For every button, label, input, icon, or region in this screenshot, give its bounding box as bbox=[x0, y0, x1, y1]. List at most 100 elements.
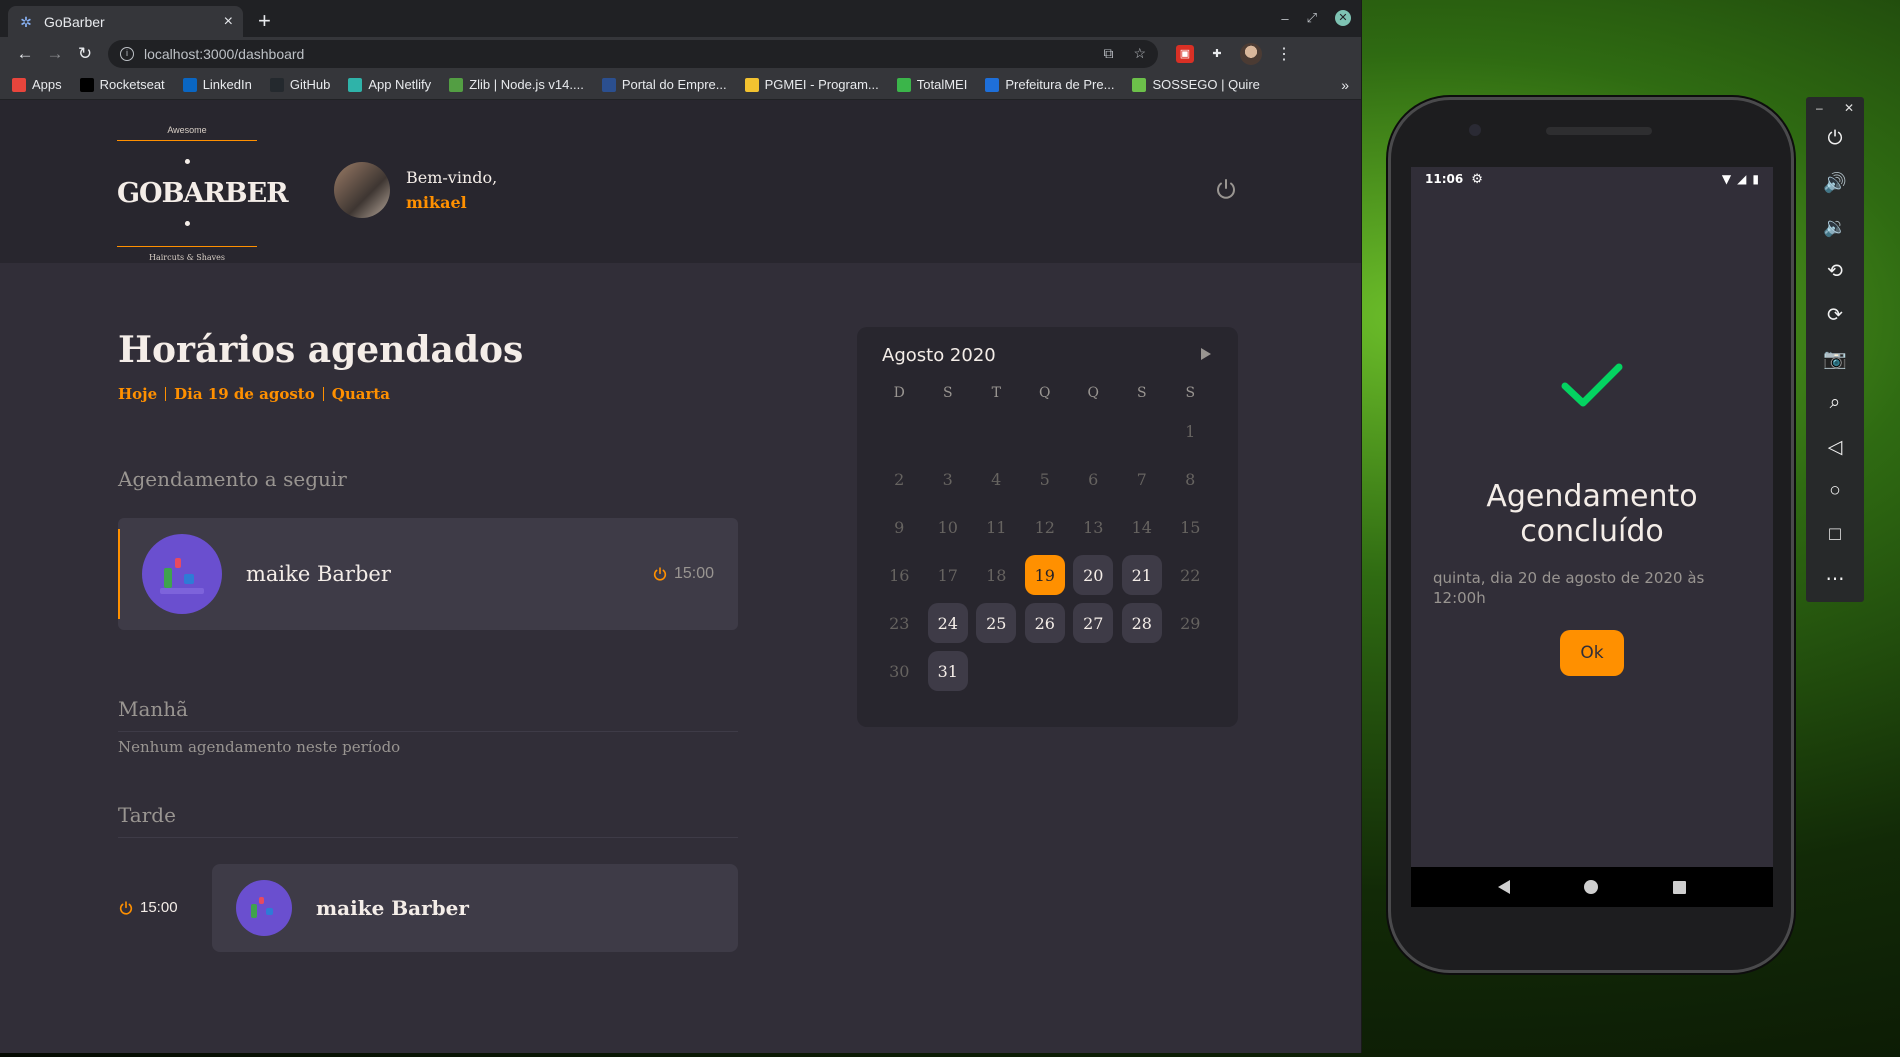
profile: Bem-vindo, mikael bbox=[334, 162, 497, 218]
home-circle-icon[interactable]: ○ bbox=[1806, 469, 1864, 513]
zoom-icon[interactable]: ⌕ bbox=[1806, 381, 1864, 425]
site-info-icon[interactable]: i bbox=[120, 46, 134, 61]
react-icon: ✲ bbox=[20, 13, 32, 30]
restore-icon[interactable]: ⤢ bbox=[1307, 10, 1317, 26]
github-icon bbox=[269, 77, 284, 92]
calendar-next-month-icon[interactable] bbox=[1197, 343, 1215, 365]
menu-kebab-icon[interactable]: ⋮ bbox=[1276, 44, 1292, 64]
calendar-empty-cell bbox=[1118, 407, 1167, 455]
profile-avatar-icon[interactable] bbox=[1240, 42, 1262, 65]
bookmark-item[interactable]: TotalMEI bbox=[896, 77, 967, 92]
date-weekday: Quarta bbox=[331, 385, 390, 403]
calendar-day[interactable]: 21 bbox=[1118, 551, 1167, 599]
settings-gear-icon: ⚙ bbox=[1471, 171, 1483, 187]
power-icon[interactable]: ⏻ bbox=[1806, 117, 1864, 161]
appointment-card[interactable]: maike Barber bbox=[212, 864, 738, 952]
calendar: Agosto 2020 DSTQQSS 1 2 3 4 5 6 7 8 9 10 11 12 13 14 1… bbox=[857, 327, 1238, 727]
phone-clock: 11:06 bbox=[1425, 172, 1464, 186]
tab-gobarber[interactable]: ✲ GoBarber × bbox=[8, 6, 243, 37]
bookmark-item[interactable]: Prefeitura de Pre... bbox=[985, 77, 1114, 92]
rotate-right-icon[interactable]: ⟳ bbox=[1806, 293, 1864, 337]
ok-button[interactable]: Ok bbox=[1560, 630, 1624, 676]
minimize-icon[interactable]: – bbox=[1281, 11, 1288, 26]
appointment-done-title: Agendamento concluído bbox=[1486, 479, 1698, 549]
appointment-time-text: 15:00 bbox=[140, 899, 178, 916]
welcome-block: Bem-vindo, mikael bbox=[406, 165, 497, 215]
rotate-left-icon[interactable]: ⟲ bbox=[1806, 249, 1864, 293]
app-header: Awesome · GOBARBER · Haircuts & Shaves B… bbox=[0, 100, 1361, 263]
power-icon[interactable] bbox=[1214, 177, 1238, 201]
bookmark-label: App Netlify bbox=[368, 77, 432, 92]
back-triangle-icon[interactable]: ◁ bbox=[1806, 425, 1864, 469]
extension-icon[interactable]: ▣ bbox=[1176, 44, 1194, 63]
linkedin-icon bbox=[182, 77, 197, 92]
calendar-day[interactable]: 25 bbox=[972, 599, 1021, 647]
calendar-weekdays: DSTQQSS bbox=[875, 385, 1215, 401]
calendar-day[interactable]: 24 bbox=[924, 599, 973, 647]
signal-icon: ◢ bbox=[1737, 172, 1747, 186]
emulator-close-icon[interactable]: ✕ bbox=[1844, 101, 1854, 117]
forward-icon[interactable]: → bbox=[40, 44, 70, 64]
bookmark-item[interactable]: PGMEI - Program... bbox=[744, 77, 879, 92]
page-title: Horários agendados bbox=[118, 329, 524, 371]
calendar-day-number: 1 bbox=[1185, 421, 1196, 441]
profile-username-link[interactable]: mikael bbox=[406, 190, 497, 215]
calendar-day: 15 bbox=[1166, 503, 1215, 551]
status-icons: ▼ ◢ ▮ bbox=[1722, 172, 1759, 186]
camera-icon[interactable]: 📷 bbox=[1806, 337, 1864, 381]
bookmark-item[interactable]: App Netlify bbox=[348, 77, 431, 92]
calendar-day[interactable]: 28 bbox=[1118, 599, 1167, 647]
phone-camera bbox=[1469, 124, 1481, 136]
back-icon[interactable]: ← bbox=[10, 44, 40, 64]
bookmark-item[interactable]: Apps bbox=[12, 77, 62, 92]
translate-icon[interactable]: ⧉ bbox=[1103, 45, 1113, 62]
date-line: Hoje Dia 19 de agosto Quarta bbox=[118, 385, 390, 403]
provider-avatar bbox=[236, 880, 292, 936]
android-home-icon[interactable] bbox=[1584, 880, 1599, 894]
bookmark-item[interactable]: SOSSEGO | Quire bbox=[1132, 77, 1260, 92]
volume-down-icon[interactable]: 🔉 bbox=[1806, 205, 1864, 249]
android-recents-icon[interactable] bbox=[1672, 880, 1686, 894]
bookmark-item[interactable]: LinkedIn bbox=[182, 77, 252, 92]
bookmark-item[interactable]: Rocketseat bbox=[79, 77, 165, 92]
calendar-day: 16 bbox=[875, 551, 924, 599]
calendar-day[interactable]: 26 bbox=[1021, 599, 1070, 647]
url-text[interactable]: localhost:3000/dashboard bbox=[144, 46, 1083, 62]
new-tab-button[interactable]: + bbox=[258, 8, 271, 34]
phone-speaker bbox=[1546, 127, 1652, 135]
calendar-empty-cell bbox=[1021, 407, 1070, 455]
calendar-day[interactable]: 20 bbox=[1069, 551, 1118, 599]
bookmarks-more-icon[interactable]: » bbox=[1341, 77, 1349, 93]
date-separator bbox=[165, 387, 167, 401]
calendar-weekday: Q bbox=[1087, 385, 1099, 401]
calendar-days: 1 2 3 4 5 6 7 8 9 10 11 12 13 14 15 16 17 18 19 20 21 22 23 24 2… bbox=[875, 407, 1215, 695]
reload-icon[interactable]: ↻ bbox=[70, 44, 100, 64]
bookmark-item[interactable]: Portal do Empre... bbox=[601, 77, 727, 92]
bookmark-item[interactable]: Zlib | Node.js v14.... bbox=[449, 77, 584, 92]
address-bar[interactable]: i localhost:3000/dashboard ⧉ ☆ bbox=[108, 39, 1158, 68]
calendar-day-number: 25 bbox=[976, 603, 1017, 643]
calendar-day-number: 23 bbox=[889, 613, 910, 633]
calendar-day-number: 19 bbox=[1024, 555, 1065, 595]
calendar-day[interactable]: 19 bbox=[1021, 551, 1070, 599]
emulator-minimize-icon[interactable]: – bbox=[1816, 101, 1823, 117]
overview-square-icon[interactable]: □ bbox=[1806, 513, 1864, 557]
bookmark-star-icon[interactable]: ☆ bbox=[1133, 45, 1146, 62]
calendar-day: 4 bbox=[972, 455, 1021, 503]
window-close-icon[interactable]: ✕ bbox=[1335, 10, 1351, 26]
browser-toolbar: ← → ↻ i localhost:3000/dashboard ⧉ ☆ ▣ ✚… bbox=[0, 37, 1361, 70]
android-back-icon[interactable] bbox=[1498, 880, 1511, 894]
calendar-day-number: 2 bbox=[894, 469, 905, 489]
calendar-day[interactable]: 31 bbox=[924, 647, 973, 695]
more-icon[interactable]: ⋯ bbox=[1806, 557, 1864, 601]
nodejs-icon bbox=[449, 77, 464, 92]
tab-close-icon[interactable]: × bbox=[224, 13, 233, 31]
calendar-day[interactable]: 27 bbox=[1069, 599, 1118, 647]
volume-up-icon[interactable]: 🔊 bbox=[1806, 161, 1864, 205]
calendar-day: 14 bbox=[1118, 503, 1167, 551]
next-appointment-card[interactable]: maike Barber 15:00 bbox=[118, 518, 738, 630]
portal-icon bbox=[601, 77, 616, 92]
tab-title: GoBarber bbox=[44, 13, 105, 30]
bookmark-item[interactable]: GitHub bbox=[269, 77, 330, 92]
puzzle-icon[interactable]: ✚ bbox=[1208, 45, 1226, 63]
